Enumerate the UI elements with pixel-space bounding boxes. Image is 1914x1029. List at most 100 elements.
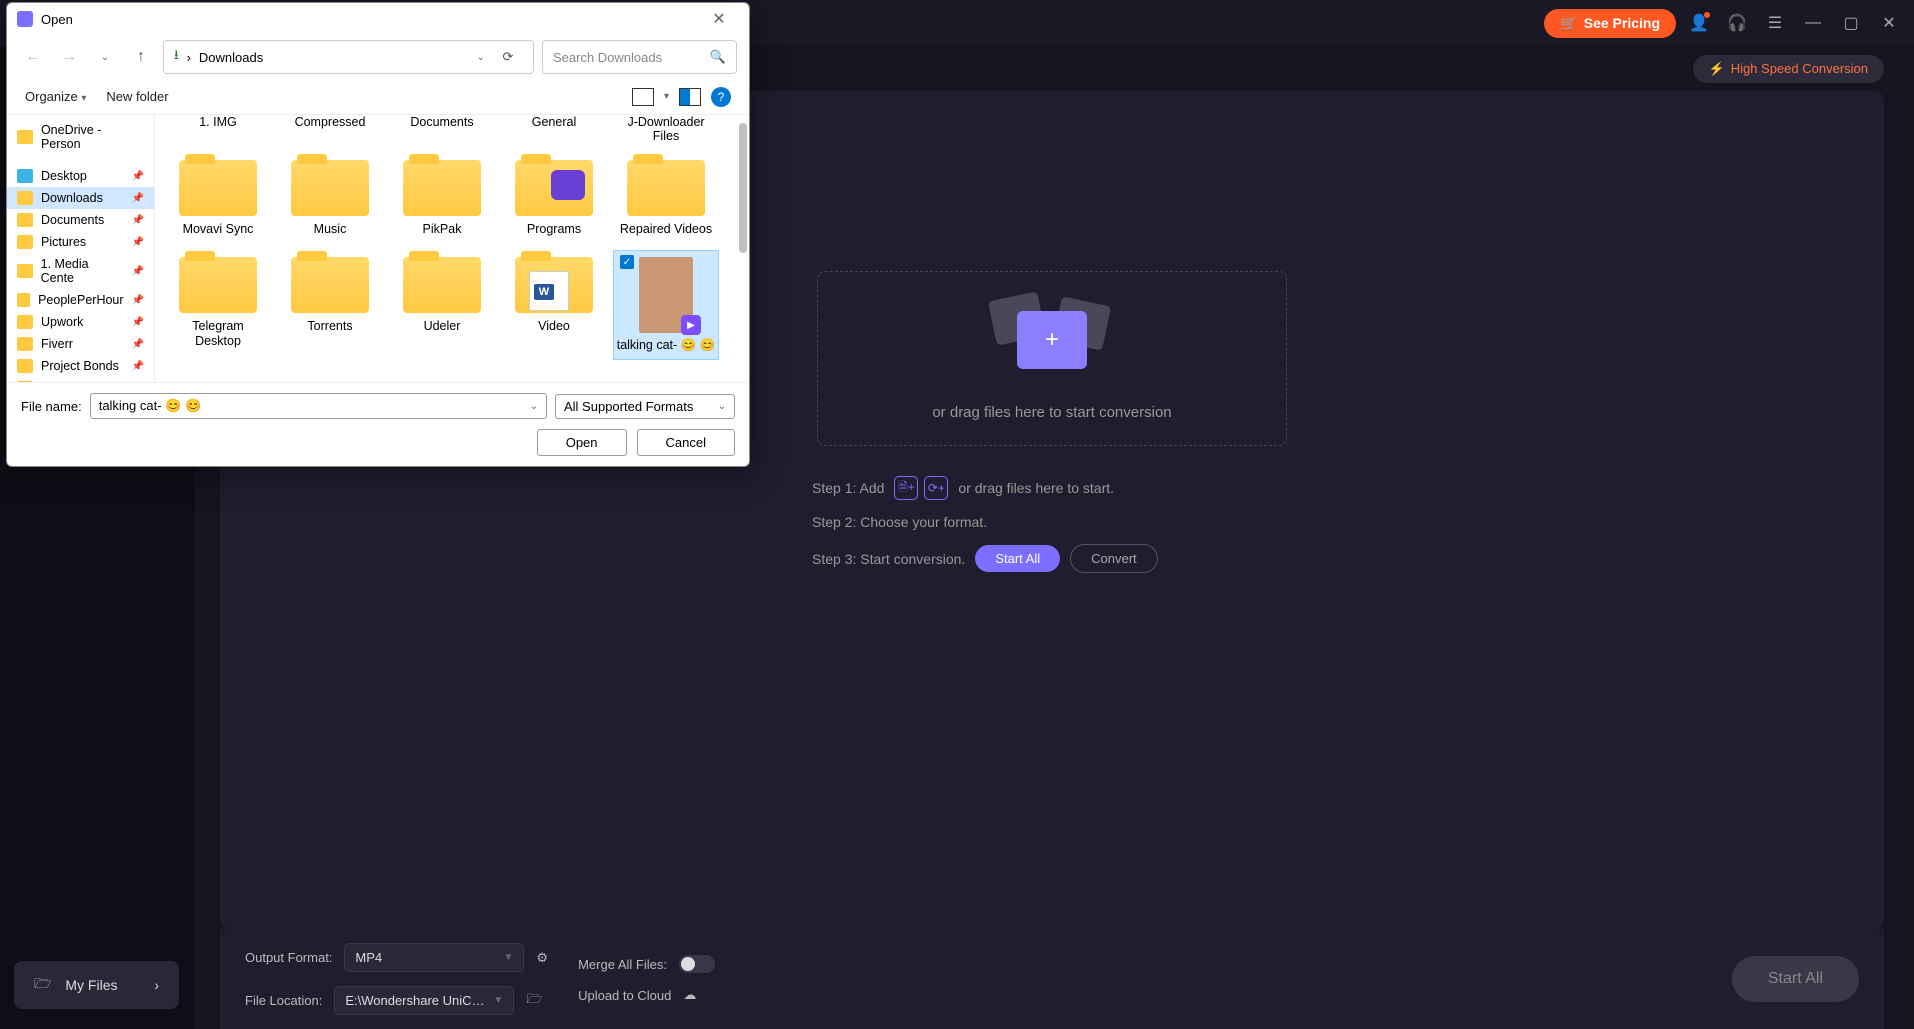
- dialog-close-button[interactable]: ✕: [699, 5, 739, 33]
- dialog-titlebar: Open ✕: [7, 3, 749, 35]
- cancel-button[interactable]: Cancel: [637, 429, 735, 456]
- add-folder-icon: +: [1017, 311, 1087, 369]
- folder-icon: [17, 359, 33, 373]
- menu-icon[interactable]: ☰: [1760, 8, 1790, 38]
- merge-toggle[interactable]: [679, 955, 715, 973]
- cloud-icon[interactable]: ☁: [683, 987, 696, 1003]
- folder-icon: [17, 264, 33, 278]
- maximize-icon[interactable]: ▢: [1836, 8, 1866, 38]
- format-filter-select[interactable]: All Supported Formats ⌄: [555, 394, 735, 419]
- format-filter-value: All Supported Formats: [564, 399, 693, 414]
- bottom-bar: Output Format: MP4 ▼ ⚙ File Location: E:…: [220, 929, 1884, 1029]
- folder-icon: [179, 257, 257, 313]
- view-mode-icon[interactable]: [632, 88, 654, 106]
- open-button[interactable]: Open: [537, 429, 627, 456]
- path-location: Downloads: [199, 50, 263, 65]
- high-speed-toggle[interactable]: ⚡ High Speed Conversion: [1693, 55, 1885, 83]
- pin-icon: 📌: [132, 266, 144, 277]
- nav-recent-dropdown[interactable]: ⌄: [91, 43, 119, 71]
- folder-icon: [515, 257, 593, 313]
- item-label: Repaired Videos: [620, 222, 712, 237]
- tree-item-1-media-cente[interactable]: 1. Media Cente📌: [7, 253, 154, 289]
- tree-item-project-bonds[interactable]: Project Bonds📌: [7, 355, 154, 377]
- support-icon[interactable]: 🎧: [1722, 8, 1752, 38]
- open-folder-icon[interactable]: 🗁: [526, 990, 542, 1012]
- nav-up-button[interactable]: ↑: [127, 43, 155, 71]
- high-speed-label: High Speed Conversion: [1731, 61, 1868, 76]
- folder-item[interactable]: Music: [277, 153, 383, 244]
- folder-item[interactable]: Documents: [389, 115, 495, 143]
- tree-item-onedrive-person[interactable]: OneDrive - Person: [7, 119, 154, 155]
- start-all-step-button[interactable]: Start All: [975, 545, 1060, 572]
- folder-item[interactable]: Torrents: [277, 250, 383, 360]
- tree-item-fiverr[interactable]: Fiverr📌: [7, 333, 154, 355]
- view-dropdown[interactable]: ▾: [664, 91, 669, 102]
- filename-input[interactable]: talking cat- 😊 😊 ⌄: [90, 393, 547, 419]
- cart-icon: 🛒: [1560, 15, 1577, 32]
- tree-item-upwork[interactable]: Upwork📌: [7, 311, 154, 333]
- folder-item[interactable]: Telegram Desktop: [165, 250, 271, 360]
- play-icon: ▶: [681, 315, 701, 335]
- file-location-value: E:\Wondershare UniConverter 1: [345, 993, 485, 1008]
- convert-step-button[interactable]: Convert: [1070, 544, 1158, 573]
- address-bar[interactable]: ⭳ › Downloads ⌄ ⟳: [163, 40, 534, 74]
- add-folder-icon-button[interactable]: ⟳+: [924, 476, 948, 500]
- dialog-title: Open: [41, 12, 73, 27]
- output-format-select[interactable]: MP4 ▼: [344, 943, 524, 972]
- folder-item[interactable]: 1. IMG: [165, 115, 271, 143]
- tree-item-peopleperhour[interactable]: PeoplePerHour📌: [7, 289, 154, 311]
- pin-icon: 📌: [132, 171, 144, 182]
- dialog-footer: File name: talking cat- 😊 😊 ⌄ All Suppor…: [7, 382, 749, 466]
- folder-item[interactable]: Video: [501, 250, 607, 360]
- settings-gear-icon[interactable]: ⚙: [536, 950, 548, 966]
- folder-item[interactable]: PikPak: [389, 153, 495, 244]
- tree-item-pictures[interactable]: Pictures📌: [7, 231, 154, 253]
- folder-item[interactable]: J-Downloader Files: [613, 115, 719, 143]
- help-icon[interactable]: ?: [711, 87, 731, 107]
- tree-item-downloads[interactable]: Downloads📌: [7, 187, 154, 209]
- organize-menu[interactable]: Organize ▾: [25, 89, 86, 104]
- new-folder-button[interactable]: New folder: [106, 89, 168, 104]
- file-item-selected[interactable]: ✓ ▶ talking cat- 😊 😊: [613, 250, 719, 360]
- preview-pane-icon[interactable]: [679, 88, 701, 106]
- item-label: Video: [538, 319, 570, 334]
- close-icon[interactable]: ✕: [1874, 8, 1904, 38]
- folder-item[interactable]: Programs: [501, 153, 607, 244]
- step-1: Step 1: Add 🗎+ ⟳+ or drag files here to …: [812, 476, 1292, 500]
- folder-tree: OneDrive - Person Desktop📌Downloads📌Docum…: [7, 115, 155, 382]
- chevron-down-icon: ⌄: [718, 401, 726, 412]
- user-icon[interactable]: 👤: [1684, 8, 1714, 38]
- folder-item[interactable]: Movavi Sync: [165, 153, 271, 244]
- add-file-icon-button[interactable]: 🗎+: [894, 476, 918, 500]
- folder-item[interactable]: Compressed: [277, 115, 383, 143]
- item-label: PikPak: [423, 222, 462, 237]
- output-format-group: Output Format: MP4 ▼ ⚙: [245, 943, 548, 972]
- folder-item[interactable]: Repaired Videos: [613, 153, 719, 244]
- start-all-button[interactable]: Start All: [1732, 956, 1859, 1002]
- dropzone[interactable]: + or drag files here to start conversion: [817, 271, 1287, 446]
- upload-cloud-group: Upload to Cloud ☁: [578, 987, 715, 1003]
- folder-icon: [17, 169, 33, 183]
- search-input[interactable]: Search Downloads 🔍: [542, 40, 737, 74]
- tree-item-documents[interactable]: Documents📌: [7, 209, 154, 231]
- nav-back-button[interactable]: ←: [19, 43, 47, 71]
- my-files-button[interactable]: 🗁 My Files ›: [14, 961, 179, 1009]
- file-open-dialog: Open ✕ ← → ⌄ ↑ ⭳ › Downloads ⌄ ⟳ Search …: [6, 2, 750, 467]
- see-pricing-button[interactable]: 🛒 See Pricing: [1544, 9, 1676, 38]
- folder-item[interactable]: General: [501, 115, 607, 143]
- nav-forward-button[interactable]: →: [55, 43, 83, 71]
- refresh-button[interactable]: ⟳: [493, 49, 523, 65]
- filename-value: talking cat- 😊 😊: [99, 398, 201, 414]
- minimize-icon[interactable]: —: [1798, 8, 1828, 38]
- file-location-select[interactable]: E:\Wondershare UniConverter 1 ▼: [334, 986, 514, 1015]
- scrollbar[interactable]: [739, 123, 747, 253]
- tree-item-desktop[interactable]: Desktop📌: [7, 165, 154, 187]
- file-location-label: File Location:: [245, 993, 322, 1008]
- folder-icon: [403, 160, 481, 216]
- folder-item[interactable]: Udeler: [389, 250, 495, 360]
- step1-label-b: or drag files here to start.: [958, 480, 1114, 496]
- filename-label: File name:: [21, 399, 82, 414]
- item-label: Udeler: [424, 319, 461, 334]
- download-icon: ⭳: [174, 46, 179, 68]
- steps-panel: Step 1: Add 🗎+ ⟳+ or drag files here to …: [812, 476, 1292, 587]
